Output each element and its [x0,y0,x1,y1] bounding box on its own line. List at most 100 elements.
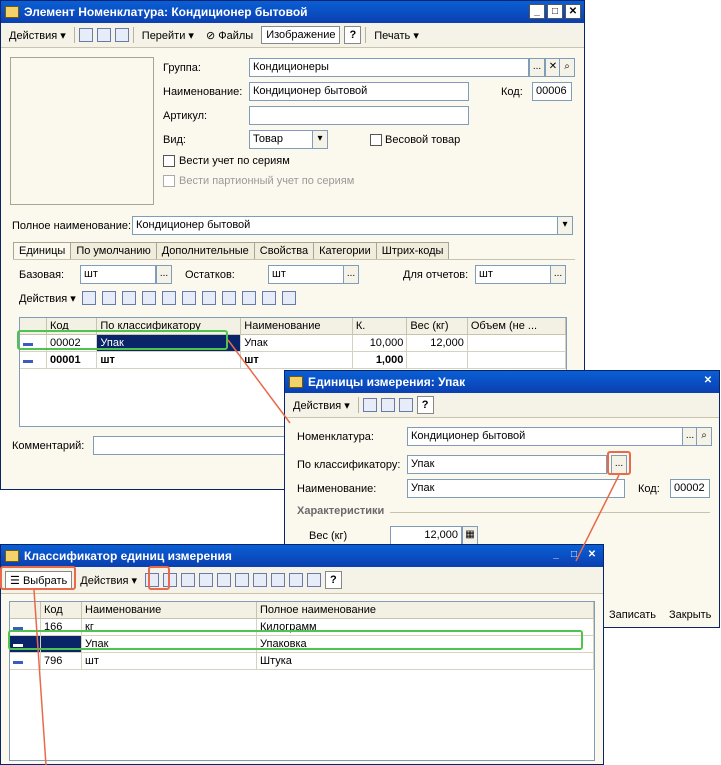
save-button[interactable]: Записать [605,607,660,623]
col-weight[interactable]: Вес (кг) [406,318,468,335]
weight-label: Вес (кг) [309,530,348,542]
help-button[interactable]: ? [325,571,342,589]
nomenclature-titlebar[interactable]: Элемент Номенклатура: Кондиционер бытово… [1,1,584,23]
refresh-icon[interactable] [96,28,111,42]
goto-menu[interactable]: Перейти ▾ [138,27,198,44]
filter-history-icon[interactable] [271,573,286,587]
actions-menu[interactable]: Действия ▾ [5,27,70,44]
col-name[interactable]: Наименование [240,318,353,335]
tab-barcodes[interactable]: Штрих-коды [375,242,450,259]
calculator-icon[interactable]: ▦ [462,526,478,545]
delete-row-icon[interactable] [141,291,156,305]
refresh-icon[interactable] [380,398,395,412]
unit-name-label: Наименование: [297,483,377,495]
tab-default[interactable]: По умолчанию [70,242,157,259]
edit-row-icon[interactable] [181,573,196,587]
article-field[interactable] [249,106,469,125]
weight-goods-checkbox[interactable] [370,134,382,146]
move-icon[interactable] [181,291,196,305]
window-icon [5,550,19,562]
highlight-select-button [0,566,76,590]
search-icon[interactable]: ⌕ [559,58,575,77]
minimize-icon[interactable]: _ [548,548,564,563]
col-name[interactable]: Наименование [81,602,257,619]
col-volume[interactable]: Объем (не ... [467,318,566,335]
delete-row-icon[interactable] [199,573,214,587]
filter-by-value-icon[interactable] [221,291,236,305]
select-ellipsis-icon[interactable]: ... [156,265,172,284]
nomenclature-toolbar: Действия ▾ Перейти ▾ ⊘ Файлы Изображение… [1,23,584,48]
unit-code-field[interactable]: 00002 [670,479,710,498]
stock-unit-field[interactable]: шт [268,265,344,284]
nom-field[interactable]: Кондиционер бытовой [407,427,683,446]
base-unit-field[interactable]: шт [80,265,156,284]
mark-delete-icon[interactable] [161,291,176,305]
image-placeholder[interactable] [10,57,154,205]
name-label: Наименование: [163,86,243,98]
edit-row-icon[interactable] [121,291,136,305]
mark-delete-icon[interactable] [217,573,232,587]
image-button[interactable]: Изображение [261,26,341,44]
report-unit-field[interactable]: шт [475,265,551,284]
add-row-icon[interactable] [81,291,96,305]
print-menu[interactable]: Печать ▾ [370,27,423,44]
refresh-icon[interactable] [281,291,296,305]
refresh-icon[interactable] [307,573,322,587]
help-button[interactable]: ? [416,396,434,414]
actions-menu[interactable]: Действия ▾ [289,397,354,414]
classifier-field[interactable]: Упак [407,455,607,474]
grid-actions-menu[interactable]: Действия ▾ [19,292,76,305]
table-row[interactable]: 00001 шт шт 1,000 [20,351,566,369]
help-button[interactable]: ? [344,26,362,44]
select-ellipsis-icon[interactable]: ... [343,265,359,284]
col-k[interactable]: К. [352,318,408,335]
unit-titlebar[interactable]: Единицы измерения: Упак ✕ [285,371,719,393]
group-field[interactable]: Кондиционеры [249,58,529,77]
tab-properties[interactable]: Свойства [253,242,315,259]
close-icon[interactable]: ✕ [700,374,716,389]
col-code[interactable]: Код [40,602,82,619]
filter-icon[interactable] [235,573,250,587]
col-fullname[interactable]: Полное наименование [256,602,594,619]
minimize-icon[interactable]: _ [529,4,545,19]
chevron-down-icon[interactable]: ▾ [312,130,328,149]
actions-menu[interactable]: Действия ▾ [76,572,141,589]
batch-checkbox[interactable] [163,175,175,187]
close-icon[interactable]: ✕ [584,548,600,563]
maximize-icon[interactable]: □ [547,4,563,19]
stock-unit-label: Остатков: [185,269,235,281]
clear-filter-icon[interactable] [261,291,276,305]
tab-units[interactable]: Единицы [13,242,72,259]
weight-field[interactable]: 12,000 [390,526,462,545]
close-button[interactable]: Закрыть [665,607,715,623]
name-field[interactable]: Кондиционер бытовой [249,82,469,101]
code-field[interactable]: 00006 [532,82,572,101]
unit-name-field[interactable]: Упак [407,479,625,498]
classifier-titlebar[interactable]: Классификатор единиц измерения _ □ ✕ [1,545,603,567]
window-title: Классификатор единиц измерения [24,549,232,563]
kind-select[interactable]: Товар [249,130,313,149]
maximize-icon[interactable]: □ [566,548,582,563]
group-label: Группа: [163,62,201,74]
fullname-field[interactable]: Кондиционер бытовой [132,216,558,235]
filter-icon[interactable] [201,291,216,305]
back-arrow-icon[interactable] [362,398,377,412]
chevron-down-icon[interactable]: ▾ [557,216,573,235]
copy-icon[interactable] [114,28,129,42]
close-icon[interactable]: ✕ [565,4,581,19]
clear-filter-icon[interactable] [289,573,304,587]
tab-categories[interactable]: Категории [313,242,377,259]
search-icon[interactable]: ⌕ [696,427,712,446]
table-row[interactable]: 796 шт Штука [10,652,594,670]
filter-history-icon[interactable] [241,291,256,305]
files-button[interactable]: ⊘ Файлы [202,27,257,44]
series-checkbox[interactable] [163,155,175,167]
tabs-bar: Единицы По умолчанию Дополнительные Свой… [13,242,450,259]
select-ellipsis-icon[interactable]: ... [529,58,545,77]
back-arrow-icon[interactable] [78,28,93,42]
copy-icon[interactable] [398,398,413,412]
filter-by-value-icon[interactable] [253,573,268,587]
tab-additional[interactable]: Дополнительные [155,242,255,259]
select-ellipsis-icon[interactable]: ... [550,265,566,284]
copy-row-icon[interactable] [101,291,116,305]
